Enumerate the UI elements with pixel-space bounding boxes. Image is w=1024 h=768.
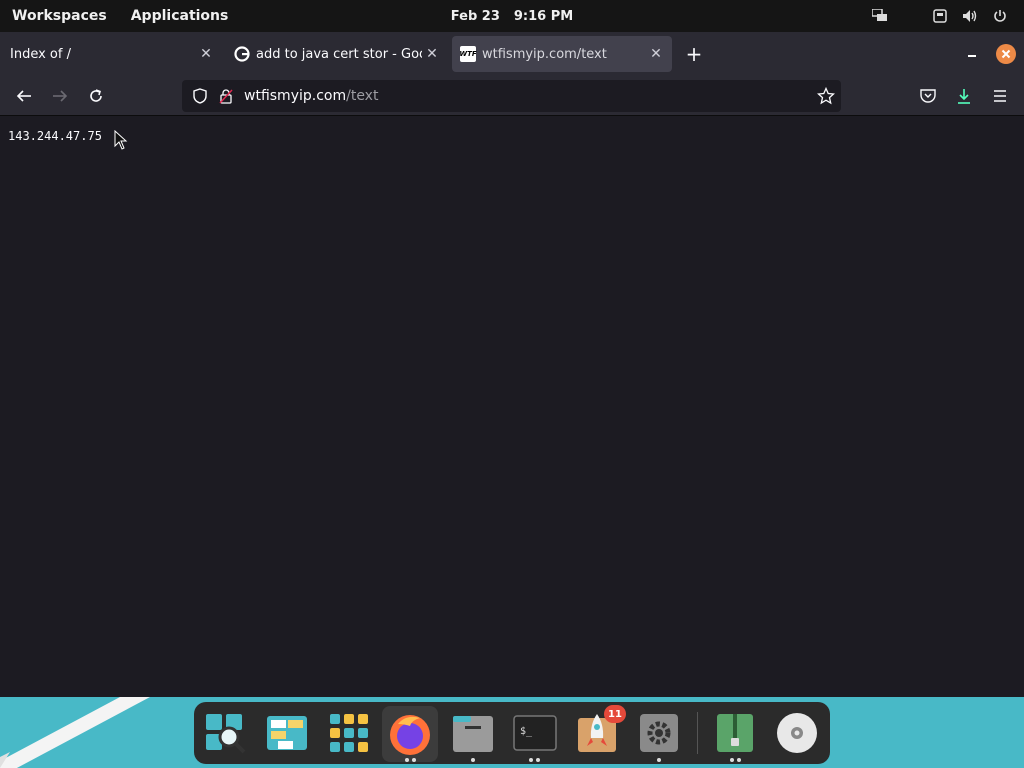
clock-time: 9:16 PM xyxy=(513,8,574,24)
shield-icon[interactable] xyxy=(192,88,208,104)
url-text: wtfismyip.com/text xyxy=(244,80,378,112)
app-menu-icon[interactable] xyxy=(990,86,1010,106)
reload-button[interactable] xyxy=(86,86,106,106)
clock-date: Feb 23 xyxy=(450,8,500,24)
firefox-icon xyxy=(390,715,430,755)
top-panel: Workspaces Applications Feb 23 9:16 PM xyxy=(0,0,1024,32)
search-app-icon[interactable] xyxy=(202,710,248,756)
wtf-icon: WTF xyxy=(459,46,477,62)
running-indicator xyxy=(730,758,734,762)
address-bar[interactable]: wtfismyip.com/text xyxy=(182,80,841,112)
dock: $_ xyxy=(194,702,830,764)
files-app-icon[interactable] xyxy=(450,710,496,756)
tab-google-search[interactable]: add to java cert stor - Goog ✕ xyxy=(226,36,448,72)
disk-app-icon[interactable] xyxy=(774,710,820,756)
app-grid-icon[interactable] xyxy=(326,710,372,756)
tab-title: Index of / xyxy=(10,46,71,62)
url-path: /text xyxy=(346,88,379,104)
archive-manager-app-icon[interactable] xyxy=(712,710,758,756)
downloads-icon[interactable] xyxy=(954,86,974,106)
volume-icon[interactable] xyxy=(962,8,978,24)
terminal-prompt: $_ xyxy=(520,726,533,737)
insecure-lock-icon[interactable] xyxy=(218,88,234,104)
bookmark-star-icon[interactable] xyxy=(816,86,836,105)
workspaces-app-icon[interactable] xyxy=(264,710,310,756)
url-host: wtfismyip.com xyxy=(244,88,347,104)
mouse-cursor-icon xyxy=(114,129,128,150)
google-icon xyxy=(234,46,250,62)
firefox-dock-item[interactable] xyxy=(382,706,438,762)
power-icon[interactable] xyxy=(992,8,1008,24)
terminal-app-icon[interactable]: $_ xyxy=(512,710,558,756)
close-tab-icon[interactable]: ✕ xyxy=(198,46,214,62)
tab-bar: Index of / ✕ add to java cert stor - Goo… xyxy=(0,32,1024,76)
navigation-toolbar: wtfismyip.com/text xyxy=(0,76,1024,116)
close-tab-icon[interactable]: ✕ xyxy=(424,46,440,62)
forward-button[interactable] xyxy=(50,86,70,106)
tab-title: add to java cert stor - Goog xyxy=(256,46,422,62)
dock-separator xyxy=(697,712,698,754)
keyboard-layout-icon[interactable] xyxy=(932,8,948,24)
page-content: 143.244.47.75 xyxy=(0,117,1024,697)
running-indicator xyxy=(529,758,533,762)
update-count-badge: 11 xyxy=(604,705,626,723)
new-tab-button[interactable]: + xyxy=(684,44,704,64)
tab-wtfismyip[interactable]: WTF wtfismyip.com/text ✕ xyxy=(452,36,672,72)
back-button[interactable] xyxy=(14,86,34,106)
running-indicator xyxy=(737,758,741,762)
running-indicator xyxy=(405,758,409,762)
running-indicator xyxy=(536,758,540,762)
close-window-button[interactable] xyxy=(996,44,1016,64)
running-indicator xyxy=(471,758,475,762)
tab-index-of[interactable]: Index of / ✕ xyxy=(0,36,222,72)
minimize-window-icon[interactable] xyxy=(964,44,980,60)
close-tab-icon[interactable]: ✕ xyxy=(648,46,664,62)
network-icon[interactable] xyxy=(872,8,888,24)
tab-title: wtfismyip.com/text xyxy=(482,46,607,62)
pocket-icon[interactable] xyxy=(918,86,938,106)
clock[interactable]: Feb 23 9:16 PM xyxy=(0,0,1024,32)
running-indicator xyxy=(657,758,661,762)
ip-address-text: 143.244.47.75 xyxy=(8,129,102,143)
settings-app-icon[interactable] xyxy=(636,710,682,756)
running-indicator xyxy=(412,758,416,762)
